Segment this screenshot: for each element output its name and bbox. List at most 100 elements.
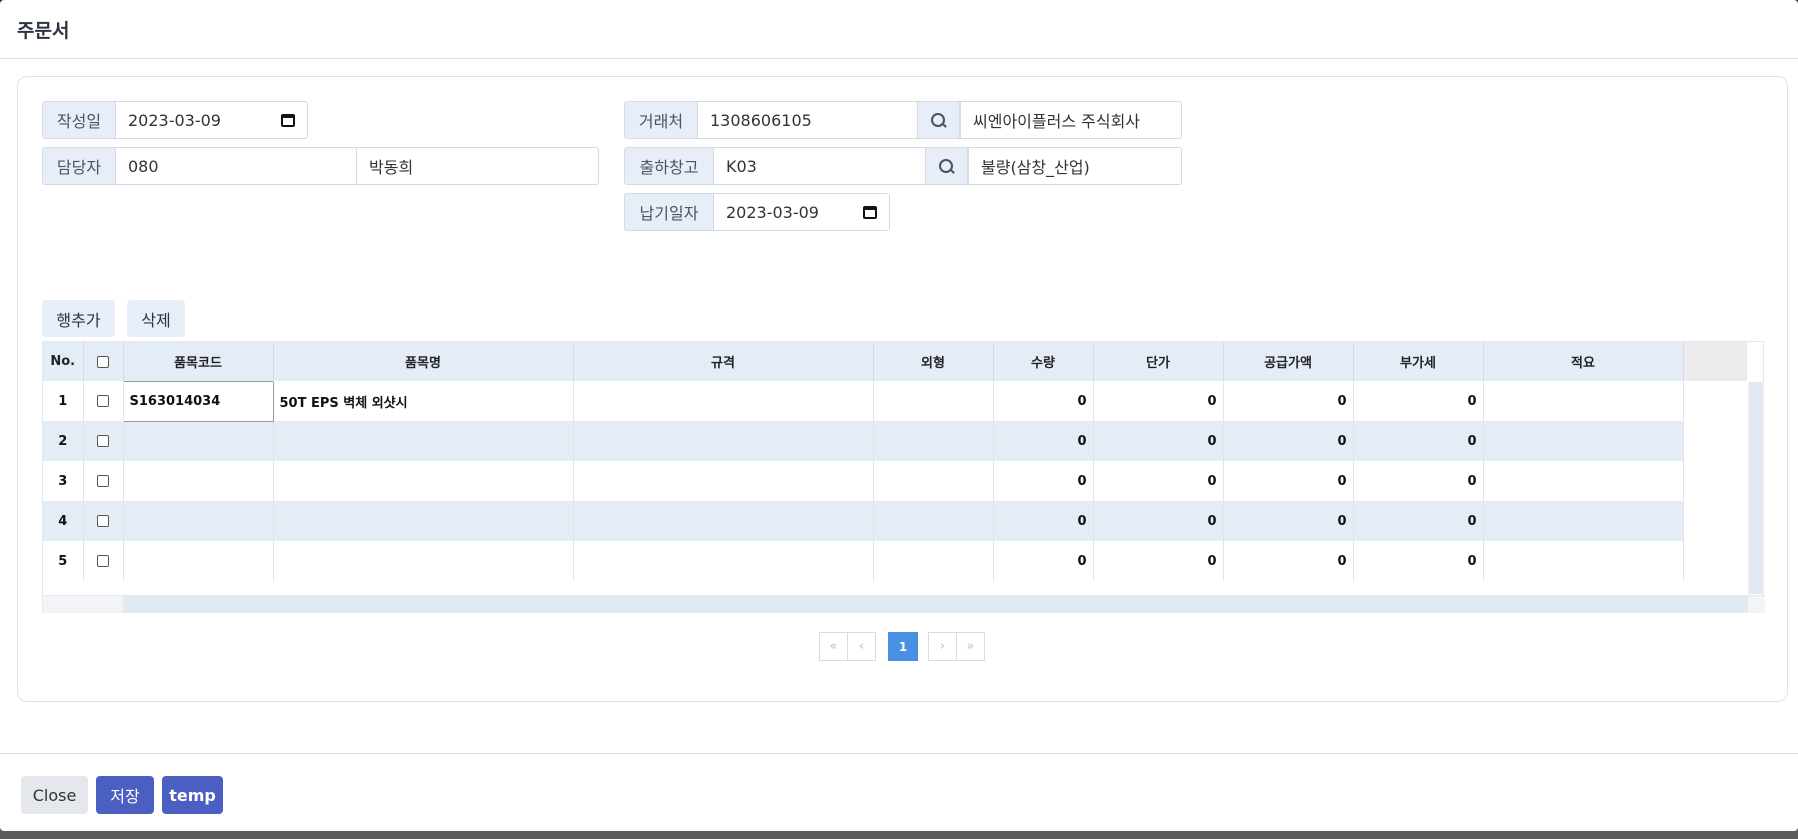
manager-name-input[interactable]: 박동희 [357, 147, 599, 185]
row-select-cell[interactable] [83, 461, 124, 501]
row-checkbox[interactable] [97, 475, 109, 487]
col-header-supply[interactable]: 공급가액 [1223, 342, 1354, 381]
manager-code-input[interactable]: 080 [115, 147, 357, 185]
col-header-select[interactable] [83, 342, 124, 381]
row-checkbox[interactable] [97, 435, 109, 447]
spec-cell[interactable] [573, 461, 874, 501]
table-row[interactable]: 4 0 0 0 0 [43, 501, 1684, 541]
col-header-price[interactable]: 단가 [1093, 342, 1224, 381]
item-name-cell[interactable] [273, 421, 574, 461]
memo-cell[interactable] [1483, 541, 1684, 581]
item-name-cell[interactable]: 50T EPS 벽체 외샷시 [273, 381, 574, 421]
col-header-item-code[interactable]: 품목코드 [123, 342, 274, 381]
row-checkbox[interactable] [97, 515, 109, 527]
delete-row-button[interactable]: 삭제 [127, 300, 185, 337]
shape-cell[interactable] [873, 381, 994, 421]
table-row[interactable]: 5 0 0 0 0 [43, 541, 1684, 581]
price-cell[interactable]: 0 [1093, 461, 1224, 501]
page-1-button[interactable]: 1 [888, 632, 918, 661]
qty-cell[interactable]: 0 [993, 421, 1094, 461]
next-page-button[interactable]: › [928, 632, 957, 661]
horizontal-scrollbar[interactable] [43, 595, 1765, 613]
shape-cell[interactable] [873, 461, 994, 501]
memo-cell[interactable] [1483, 461, 1684, 501]
qty-cell[interactable]: 0 [993, 381, 1094, 421]
spec-cell[interactable] [573, 421, 874, 461]
customer-name-input[interactable]: 씨엔아이플러스 주식회사 [960, 101, 1182, 139]
shape-cell[interactable] [873, 501, 994, 541]
shape-cell[interactable] [873, 541, 994, 581]
calendar-icon[interactable] [863, 205, 877, 219]
supply-cell[interactable]: 0 [1223, 421, 1354, 461]
supply-cell[interactable]: 0 [1223, 541, 1354, 581]
calendar-icon[interactable] [281, 113, 295, 127]
qty-cell[interactable]: 0 [993, 461, 1094, 501]
supply-cell[interactable]: 0 [1223, 461, 1354, 501]
qty-cell[interactable]: 0 [993, 541, 1094, 581]
row-select-cell[interactable] [83, 501, 124, 541]
price-cell[interactable]: 0 [1093, 541, 1224, 581]
price-cell[interactable]: 0 [1093, 501, 1224, 541]
col-header-memo[interactable]: 적요 [1483, 342, 1684, 381]
warehouse-name-input[interactable]: 불량(삼창_산업) [968, 147, 1182, 185]
warehouse-code-input[interactable]: K03 [713, 147, 926, 185]
col-header-shape[interactable]: 외형 [873, 342, 994, 381]
row-select-cell[interactable] [83, 421, 124, 461]
spec-cell[interactable] [573, 381, 874, 421]
row-select-cell[interactable] [83, 381, 124, 421]
grid-header-filler [1683, 342, 1747, 381]
vat-cell[interactable]: 0 [1353, 421, 1484, 461]
vat-cell[interactable]: 0 [1353, 461, 1484, 501]
close-button[interactable]: Close [21, 776, 88, 814]
save-button[interactable]: 저장 [96, 776, 154, 814]
price-cell[interactable]: 0 [1093, 381, 1224, 421]
memo-cell[interactable] [1483, 501, 1684, 541]
row-no: 3 [43, 461, 84, 501]
vat-cell[interactable]: 0 [1353, 381, 1484, 421]
qty-cell[interactable]: 0 [993, 501, 1094, 541]
row-checkbox[interactable] [97, 555, 109, 567]
memo-cell[interactable] [1483, 421, 1684, 461]
last-page-button[interactable]: » [956, 632, 985, 661]
memo-cell[interactable] [1483, 381, 1684, 421]
customer-code-input[interactable]: 1308606105 [697, 101, 918, 139]
write-date-input[interactable]: 2023-03-09 [115, 101, 308, 139]
item-code-cell[interactable] [123, 501, 274, 541]
prev-page-button[interactable]: ‹ [847, 632, 876, 661]
add-row-button[interactable]: 행추가 [42, 300, 115, 337]
customer-search-button[interactable] [918, 101, 960, 139]
item-code-cell[interactable] [123, 461, 274, 501]
warehouse-code-value: K03 [726, 156, 757, 176]
spec-cell[interactable] [573, 501, 874, 541]
first-page-button[interactable]: « [819, 632, 848, 661]
table-row[interactable]: 2 0 0 0 0 [43, 421, 1684, 461]
item-code-cell[interactable] [123, 541, 274, 581]
item-code-cell[interactable] [123, 421, 274, 461]
table-row[interactable]: 3 0 0 0 0 [43, 461, 1684, 501]
row-checkbox[interactable] [97, 395, 109, 407]
col-header-spec[interactable]: 규격 [573, 342, 874, 381]
spec-cell[interactable] [573, 541, 874, 581]
col-header-vat[interactable]: 부가세 [1353, 342, 1484, 381]
table-row[interactable]: 1 S163014034 50T EPS 벽체 외샷시 0 0 0 0 [43, 380, 1684, 422]
price-cell[interactable]: 0 [1093, 421, 1224, 461]
supply-cell[interactable]: 0 [1223, 381, 1354, 421]
vertical-scrollbar[interactable] [1748, 382, 1764, 594]
item-name-cell[interactable] [273, 461, 574, 501]
delivery-date-input[interactable]: 2023-03-09 [713, 193, 890, 231]
warehouse-search-button[interactable] [926, 147, 968, 185]
temp-button[interactable]: temp [162, 776, 223, 814]
item-name-cell[interactable] [273, 501, 574, 541]
vat-cell[interactable]: 0 [1353, 501, 1484, 541]
item-code-cell[interactable]: S163014034 [122, 380, 274, 422]
col-header-qty[interactable]: 수량 [993, 342, 1094, 381]
vat-cell[interactable]: 0 [1353, 541, 1484, 581]
horizontal-scroll-thumb[interactable] [123, 596, 1748, 613]
col-header-item-name[interactable]: 품목명 [273, 342, 574, 381]
select-all-checkbox[interactable] [97, 355, 109, 368]
vertical-scroll-thumb[interactable] [1749, 382, 1763, 594]
shape-cell[interactable] [873, 421, 994, 461]
item-name-cell[interactable] [273, 541, 574, 581]
supply-cell[interactable]: 0 [1223, 501, 1354, 541]
row-select-cell[interactable] [83, 541, 124, 581]
